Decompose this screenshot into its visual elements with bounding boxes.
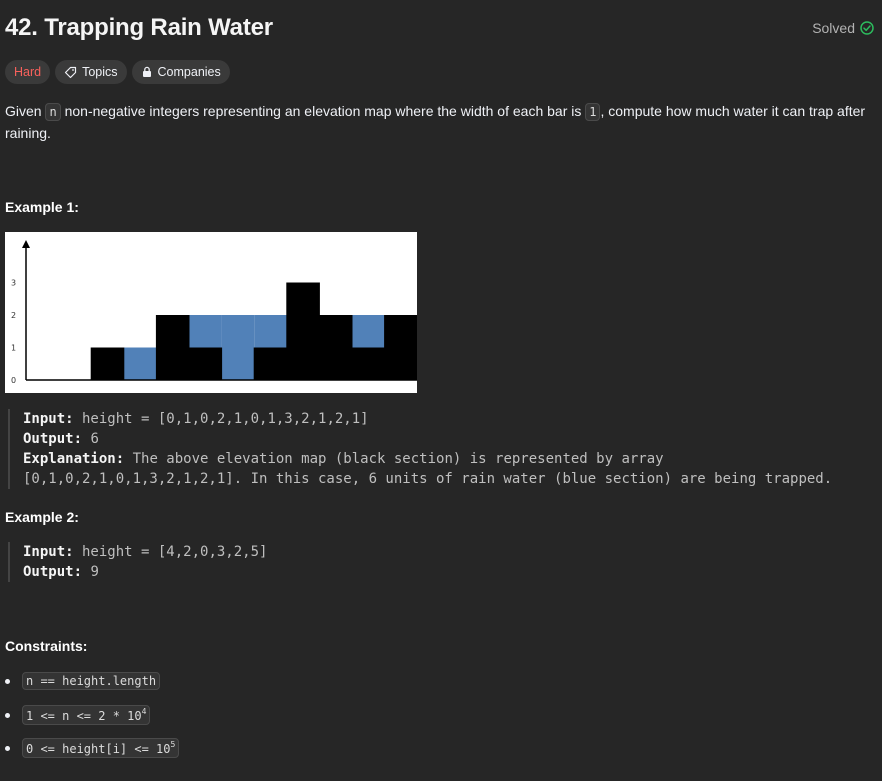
constraint-2-text: 1 <= n <= 2 * 10 — [26, 709, 142, 723]
elevation-chart-svg: 0 1 2 3 — [11, 240, 451, 385]
explanation-line-2: [0,1,0,2,1,0,1,3,2,1,2,1]. In this case,… — [23, 471, 833, 487]
water-segment — [189, 315, 222, 348]
inline-code-1: 1 — [585, 103, 601, 121]
elevation-bar — [351, 347, 386, 380]
constraints-heading: Constraints: — [5, 638, 88, 654]
y-axis-arrow — [22, 240, 30, 248]
companies-label: Companies — [157, 65, 221, 79]
solved-status: Solved — [812, 20, 874, 36]
list-item: n == height.length — [5, 672, 161, 690]
difficulty-tag: Hard — [5, 60, 51, 84]
elevation-bar — [90, 347, 125, 380]
topics-label: Topics — [82, 65, 118, 79]
y-tick-label: 0 — [11, 376, 16, 385]
y-tick-label: 2 — [11, 311, 16, 320]
constraint-3-exponent: 5 — [170, 740, 176, 749]
water-segment — [254, 315, 287, 348]
check-circle-icon — [860, 21, 874, 35]
input-label: Input: — [23, 544, 74, 560]
water-segment — [123, 347, 157, 380]
explanation-label: Explanation: — [23, 451, 125, 467]
elevation-chart: 0 1 2 3 — [5, 232, 451, 393]
constraint-2: 1 <= n <= 2 * 104 — [22, 705, 151, 725]
water-segment — [221, 315, 255, 380]
lock-icon — [142, 66, 151, 77]
tag-row: Hard Topics Companies — [5, 60, 230, 84]
desc-text: non-negative integers representing an el… — [60, 103, 586, 119]
problem-description: Given n non-negative integers representi… — [5, 101, 875, 144]
example-2-heading: Example 2: — [5, 509, 79, 525]
example-1-heading: Example 1: — [5, 199, 79, 215]
elevation-bar — [188, 347, 223, 380]
example-1-block: Input: height = [0,1,0,2,1,0,1,3,2,1,2,1… — [8, 409, 832, 489]
list-item: 1 <= n <= 2 * 104 — [5, 705, 151, 725]
explanation-line-1: The above elevation map (black section) … — [124, 451, 664, 467]
solved-label: Solved — [812, 20, 855, 36]
constraint-3-text: 0 <= height[i] <= 10 — [26, 742, 171, 756]
elevation-bar — [155, 315, 190, 380]
problem-title: 42. Trapping Rain Water — [5, 14, 273, 41]
output-value: 9 — [82, 564, 99, 580]
elevation-bar — [286, 282, 320, 380]
desc-text: Given — [5, 103, 46, 119]
bullet-dot — [5, 745, 10, 751]
companies-tag[interactable]: Companies — [131, 60, 230, 84]
constraint-3: 0 <= height[i] <= 105 — [22, 738, 180, 758]
example-2-block: Input: height = [4,2,0,3,2,5] Output: 9 — [8, 542, 267, 582]
elevation-bar — [253, 347, 288, 380]
y-tick-label: 3 — [11, 279, 16, 288]
elevation-bar — [318, 315, 353, 380]
tag-icon — [64, 66, 77, 78]
input-value: height = [0,1,0,2,1,0,1,3,2,1,2,1] — [73, 411, 369, 427]
elevation-bar — [384, 315, 418, 380]
list-item: 0 <= height[i] <= 105 — [5, 738, 180, 758]
water-segment — [352, 315, 385, 348]
input-value: height = [4,2,0,3,2,5] — [73, 544, 268, 560]
input-label: Input: — [23, 411, 74, 427]
topics-tag[interactable]: Topics — [55, 60, 127, 84]
inline-code-n: n — [45, 103, 61, 121]
output-label: Output: — [23, 431, 83, 447]
y-tick-label: 1 — [11, 344, 16, 353]
constraint-1: n == height.length — [22, 672, 161, 690]
bullet-dot — [5, 678, 10, 684]
output-value: 6 — [82, 431, 99, 447]
output-label: Output: — [23, 564, 83, 580]
bullet-dot — [5, 712, 10, 718]
constraint-2-exponent: 4 — [141, 707, 147, 716]
